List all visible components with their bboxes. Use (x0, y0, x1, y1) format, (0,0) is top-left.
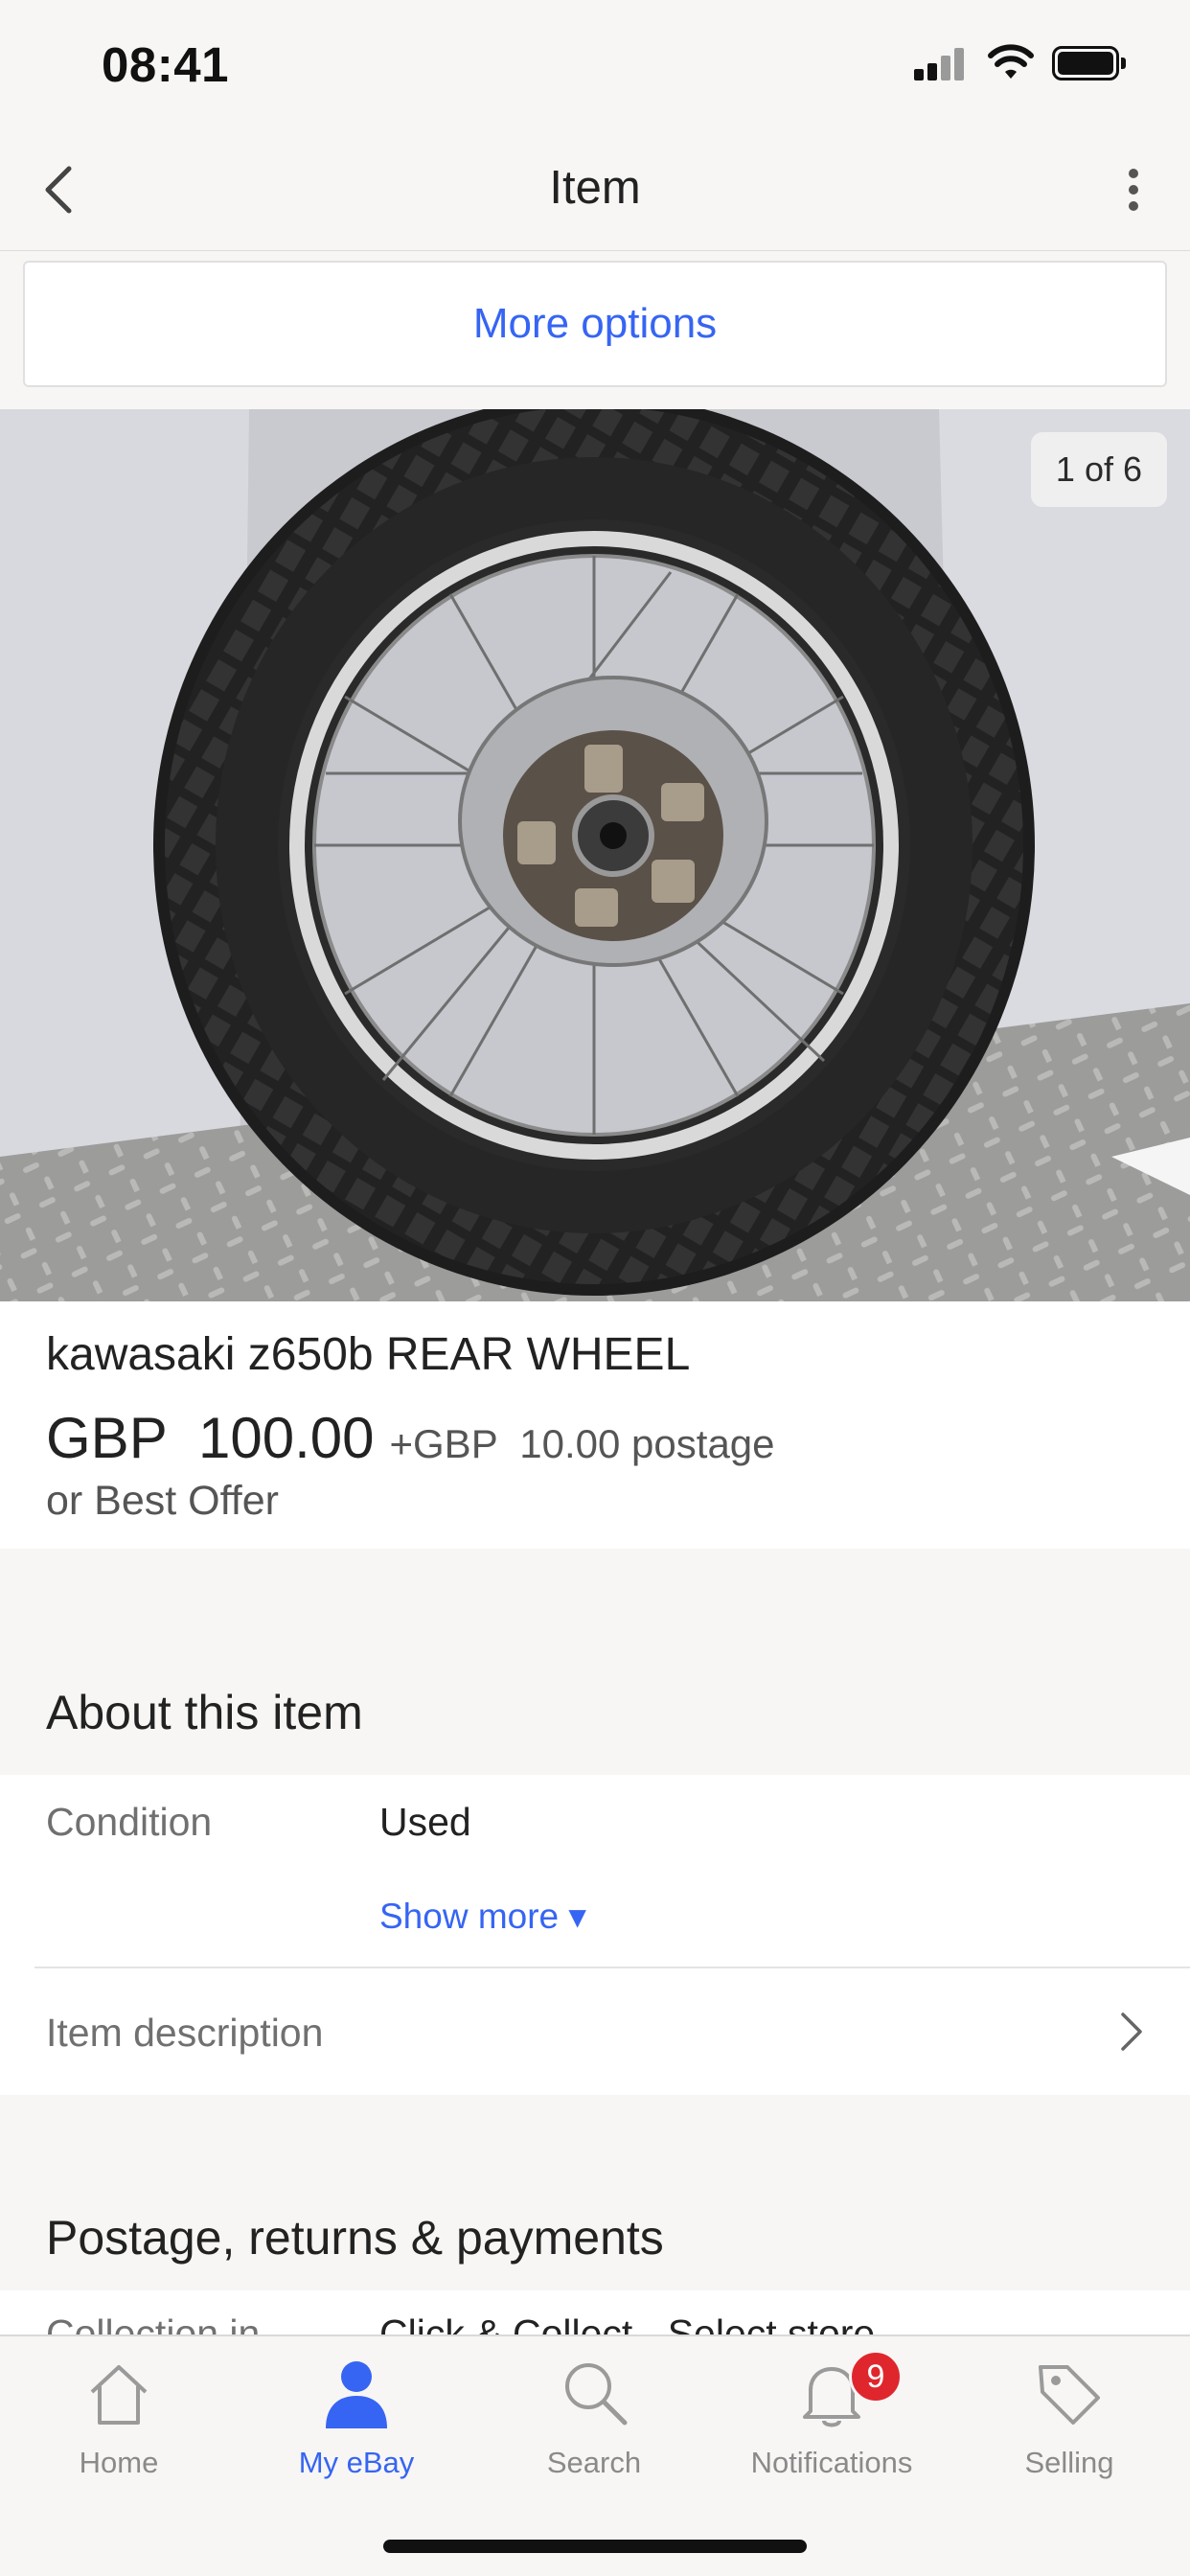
item-description-label: Item description (46, 2011, 324, 2055)
item-summary: kawasaki z650b REAR WHEEL GBP 100.00 +GB… (0, 1301, 1190, 1549)
battery-icon (1052, 46, 1126, 80)
show-more-link[interactable]: Show more ▾ (379, 1896, 586, 1937)
status-bar: 08:41 (0, 0, 1190, 126)
person-icon (326, 2361, 387, 2428)
chevron-right-icon (1121, 2012, 1142, 2051)
home-indicator (383, 2540, 807, 2553)
tab-home[interactable]: Home (23, 2356, 215, 2499)
postage-cost: +GBP 10.00 postage (389, 1421, 775, 1466)
item-price: GBP 100.00 (46, 1406, 375, 1470)
item-description-row[interactable]: Item description (0, 1968, 1190, 2095)
image-counter: 1 of 6 (1030, 432, 1167, 507)
navigation-bar: Item (0, 126, 1190, 251)
more-vertical-icon[interactable] (1111, 163, 1154, 217)
item-title: kawasaki z650b REAR WHEEL (46, 1329, 691, 1380)
tab-my-ebay[interactable]: My eBay (261, 2356, 452, 2499)
home-icon (90, 2365, 148, 2425)
condition-value: Used (379, 1800, 471, 1844)
condition-label: Condition (46, 1800, 213, 1844)
best-offer-text: or Best Offer (46, 1478, 279, 1524)
about-card: Condition Used Show more ▾ Item descript… (0, 1775, 1190, 2095)
postage-heading: Postage, returns & payments (46, 2211, 664, 2265)
tag-icon (1039, 2365, 1100, 2425)
tab-label: Selling (1024, 2446, 1114, 2479)
search-icon (565, 2363, 628, 2426)
tab-search[interactable]: Search (498, 2356, 690, 2499)
tab-notifications[interactable]: 9 Notifications (736, 2350, 927, 2499)
wifi-icon (988, 44, 1034, 79)
status-time: 08:41 (102, 37, 229, 92)
about-heading: About this item (46, 1686, 363, 1739)
page-title: Item (549, 162, 641, 214)
tab-label: Notifications (750, 2446, 913, 2479)
collection-row: Collection in Click & Collect - Select s… (0, 2290, 1190, 2338)
price-row: GBP 100.00 +GBP 10.00 postage (46, 1405, 775, 1471)
tab-label: My eBay (298, 2446, 415, 2479)
more-options-button[interactable]: More options (23, 261, 1167, 387)
notification-badge: 9 (849, 2350, 903, 2404)
cellular-signal-icon (914, 48, 966, 80)
item-photo[interactable]: 1 of 6 (0, 409, 1190, 1301)
wheel-image (0, 409, 1190, 1301)
tab-selling[interactable]: Selling (973, 2356, 1165, 2499)
tab-label: Search (546, 2446, 642, 2479)
tab-label: Home (79, 2446, 159, 2479)
